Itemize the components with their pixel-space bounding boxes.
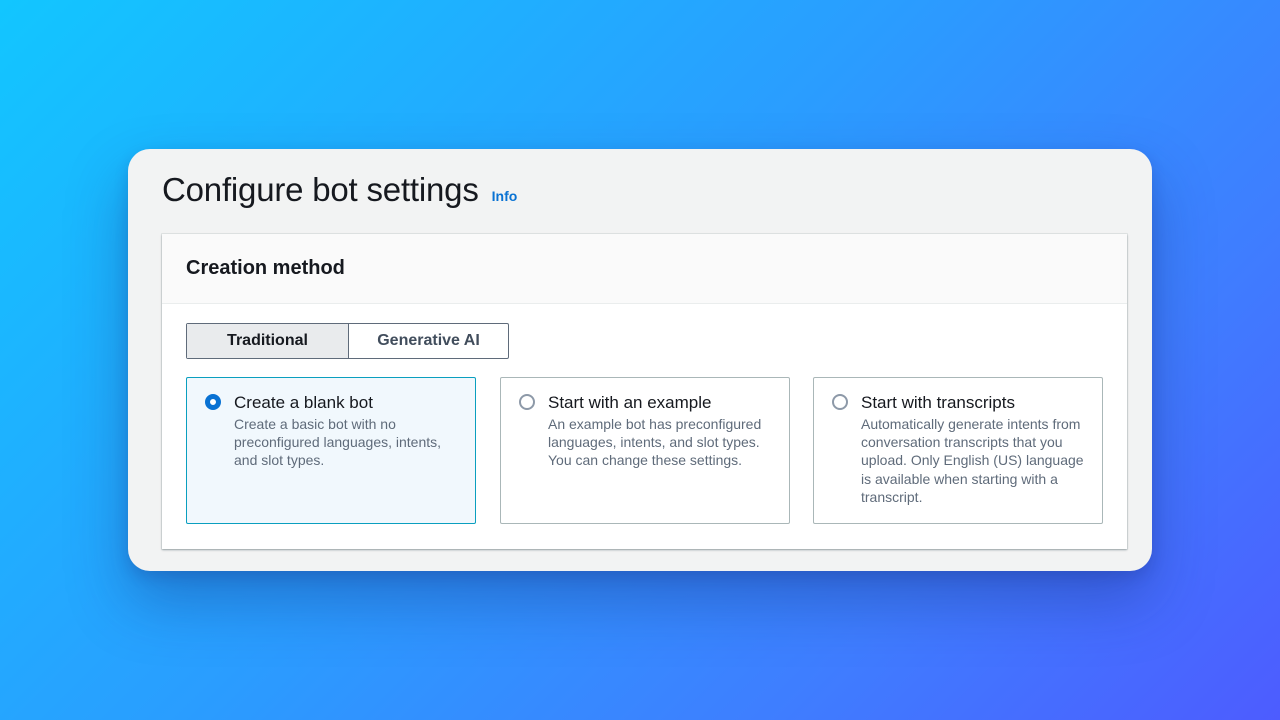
page-title: Configure bot settings [162, 171, 479, 208]
tile-title: Create a blank bot [234, 393, 373, 412]
tile-description: Automatically generate intents from conv… [861, 416, 1084, 505]
tile-title: Start with transcripts [861, 393, 1015, 412]
tile-create-blank-bot[interactable]: Create a blank bot Create a basic bot wi… [186, 377, 476, 524]
radio-unselected-icon[interactable] [832, 394, 848, 410]
segment-generative-ai[interactable]: Generative AI [349, 324, 508, 358]
radio-selected-icon[interactable] [205, 394, 221, 410]
container-header: Creation method [162, 234, 1127, 304]
tile-title: Start with an example [548, 393, 712, 412]
info-link[interactable]: Info [492, 188, 518, 204]
tile-start-with-example[interactable]: Start with an example An example bot has… [500, 377, 790, 524]
tile-description: Create a basic bot with no preconfigured… [234, 416, 442, 469]
segment-traditional[interactable]: Traditional [187, 324, 349, 358]
creation-method-container: Creation method Traditional Generative A… [162, 234, 1127, 549]
page-header: Configure bot settings Info [162, 171, 517, 209]
creation-method-title: Creation method [186, 257, 345, 279]
tile-start-with-transcripts[interactable]: Start with transcripts Automatically gen… [813, 377, 1103, 524]
configure-bot-settings-panel: Configure bot settings Info Creation met… [128, 149, 1152, 571]
creation-type-segmented-control: Traditional Generative AI [186, 323, 509, 359]
tile-description: An example bot has preconfigured languag… [548, 416, 762, 469]
creation-option-tiles: Create a blank bot Create a basic bot wi… [186, 377, 1103, 524]
radio-unselected-icon[interactable] [519, 394, 535, 410]
